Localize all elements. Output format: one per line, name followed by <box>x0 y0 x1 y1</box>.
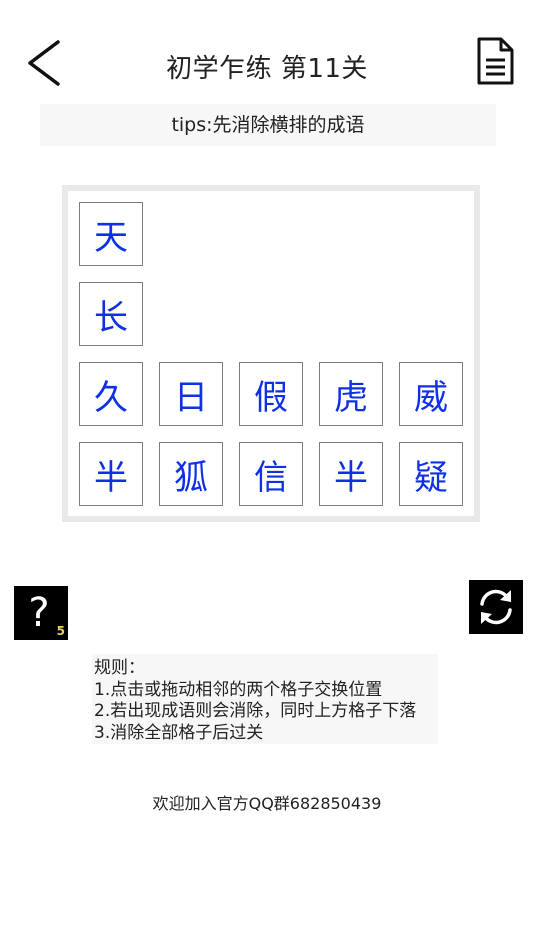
board-cell[interactable]: 天 <box>79 202 143 266</box>
board-cell[interactable]: 疑 <box>399 442 463 506</box>
hint-count-badge: 5 <box>56 624 65 638</box>
board-cell[interactable]: 假 <box>239 362 303 426</box>
board-cell[interactable]: 虎 <box>319 362 383 426</box>
board-cell[interactable]: 长 <box>79 282 143 346</box>
refresh-icon <box>480 589 512 625</box>
hint-button[interactable]: ? 5 <box>14 586 68 640</box>
rule-line-2: 2.若出现成语则会消除，同时上方格子下落 <box>94 701 417 721</box>
document-icon <box>477 37 514 85</box>
board-cell[interactable]: 久 <box>79 362 143 426</box>
rule-line-1: 1.点击或拖动相邻的两个格子交换位置 <box>94 679 383 700</box>
board-cell[interactable]: 半 <box>319 442 383 506</box>
rules-document-button[interactable] <box>474 36 516 86</box>
board-cell[interactable]: 日 <box>159 362 223 426</box>
rules-panel: 规则： 1.点击或拖动相邻的两个格子交换位置 2.若出现成语则会消除，同时上方格… <box>92 654 438 744</box>
rules-heading: 规则： <box>94 658 145 678</box>
board-cell[interactable]: 狐 <box>159 442 223 506</box>
board-cell[interactable]: 威 <box>399 362 463 426</box>
board-cell[interactable]: 半 <box>79 442 143 506</box>
rule-line-3: 3.消除全部格子后过关 <box>94 722 264 743</box>
qq-group-text: 欢迎加入官方QQ群682850439 <box>152 794 382 813</box>
tips-banner: tips:先消除横排的成语 <box>40 104 496 146</box>
page-title: 初学乍练 第11关 <box>166 54 368 84</box>
board-cell[interactable]: 信 <box>239 442 303 506</box>
game-board: 天长久日假虎威半狐信半疑 <box>62 185 480 522</box>
refresh-button[interactable] <box>469 580 523 634</box>
